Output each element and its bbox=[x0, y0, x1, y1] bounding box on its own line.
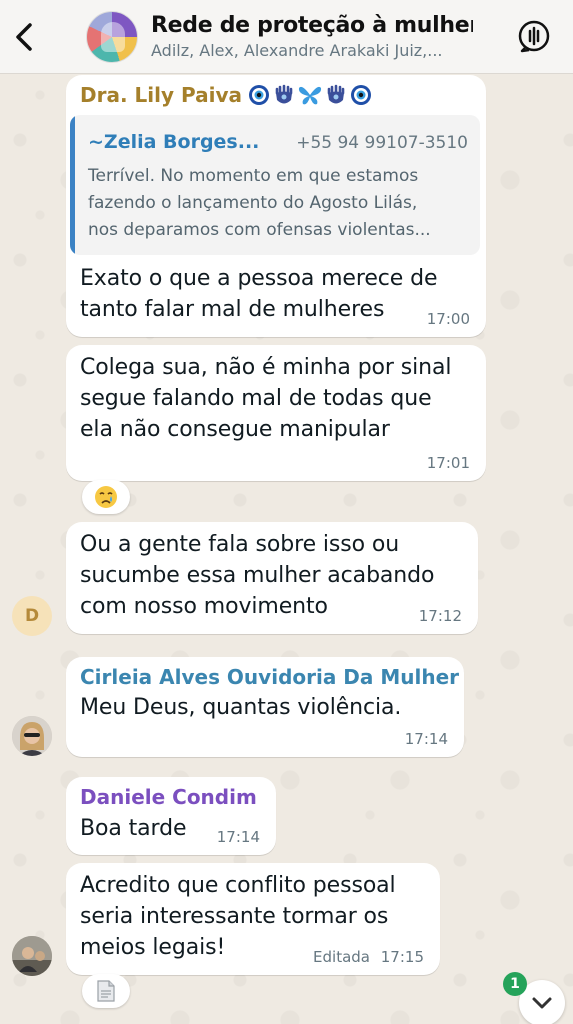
message-bubble[interactable]: Daniele Condim Boa tarde 17:14 bbox=[66, 777, 276, 855]
chevron-left-icon bbox=[16, 22, 32, 51]
group-members: Adilz, Alex, Alexandre Arakaki Juiz,... bbox=[151, 41, 443, 60]
chat-header: Rede de proteção à mulher Adilz, Alex, A… bbox=[0, 0, 573, 74]
hamsa-icon bbox=[327, 84, 345, 104]
message-time: 17:14 bbox=[216, 828, 260, 846]
message-reaction[interactable] bbox=[82, 480, 130, 514]
quoted-sender-name: ~Zelia Borges... bbox=[88, 131, 260, 153]
sender-emoji-badges bbox=[248, 84, 372, 106]
group-info[interactable]: Rede de proteção à mulher Adilz, Alex, A… bbox=[151, 13, 473, 60]
user-photo-icon bbox=[12, 716, 52, 756]
butterfly-icon bbox=[298, 86, 322, 105]
group-avatar[interactable] bbox=[86, 10, 138, 63]
quoted-text: Terrível. No momento em que estamos faze… bbox=[88, 166, 431, 240]
quoted-message[interactable]: ~Zelia Borges... +55 94 99107-3510 Terrí… bbox=[70, 115, 480, 255]
message-bubble[interactable]: Cirleia Alves Ouvidoria Da Mulher Meu De… bbox=[66, 657, 464, 757]
chevron-down-icon bbox=[532, 997, 552, 1009]
sender-avatar[interactable] bbox=[12, 716, 52, 756]
message-time: 17:12 bbox=[418, 607, 462, 625]
document-icon bbox=[97, 980, 115, 1002]
message-bubble[interactable]: Ou a gente fala sobre isso ou sucumbe es… bbox=[66, 522, 478, 634]
group-call-button[interactable] bbox=[517, 19, 551, 53]
quoted-sender-phone: +55 94 99107-3510 bbox=[296, 133, 468, 153]
sender-name[interactable]: Cirleia Alves Ouvidoria Da Mulher bbox=[80, 665, 459, 689]
unread-count-badge: 1 bbox=[503, 972, 527, 996]
message-text: Boa tarde bbox=[80, 816, 187, 841]
message-time: 17:15 bbox=[380, 948, 424, 966]
message-text: Ou a gente fala sobre isso ou sucumbe es… bbox=[80, 532, 435, 619]
group-title: Rede de proteção à mulher bbox=[151, 13, 473, 38]
evil-eye-icon bbox=[350, 85, 371, 105]
message-time: 17:14 bbox=[404, 730, 448, 748]
message-text: Colega sua, não é minha por sinal segue … bbox=[80, 355, 452, 442]
message-text: Exato o que a pessoa merece de tanto fal… bbox=[80, 266, 438, 322]
message-meta: Editada 17:15 bbox=[313, 948, 424, 966]
avatar-initial: D bbox=[24, 606, 40, 626]
sender-name[interactable]: Dra. Lily Paiva bbox=[80, 83, 242, 107]
back-button[interactable] bbox=[2, 0, 46, 74]
quote-accent-bar bbox=[70, 115, 75, 255]
sender-avatar[interactable]: D bbox=[12, 596, 52, 636]
user-photo-icon bbox=[12, 936, 52, 976]
message-bubble[interactable]: Colega sua, não é minha por sinal segue … bbox=[66, 345, 486, 481]
sender-name[interactable]: Daniele Condim bbox=[80, 785, 257, 809]
edited-label: Editada bbox=[313, 948, 370, 966]
hamsa-icon bbox=[275, 84, 293, 104]
message-reaction[interactable] bbox=[82, 974, 130, 1008]
message-text: Meu Deus, quantas violência. bbox=[80, 695, 402, 720]
message-bubble[interactable]: Dra. Lily Paiva ~Zelia Borges... +55 94 … bbox=[66, 75, 486, 337]
message-bubble[interactable]: Acredito que conflito pessoal seria inte… bbox=[66, 863, 440, 975]
sender-avatar[interactable] bbox=[12, 936, 52, 976]
voice-chat-icon bbox=[518, 20, 550, 53]
crying-face-icon bbox=[95, 486, 117, 508]
message-time: 17:01 bbox=[426, 454, 470, 472]
message-time: 17:00 bbox=[426, 310, 470, 328]
evil-eye-icon bbox=[248, 85, 269, 105]
